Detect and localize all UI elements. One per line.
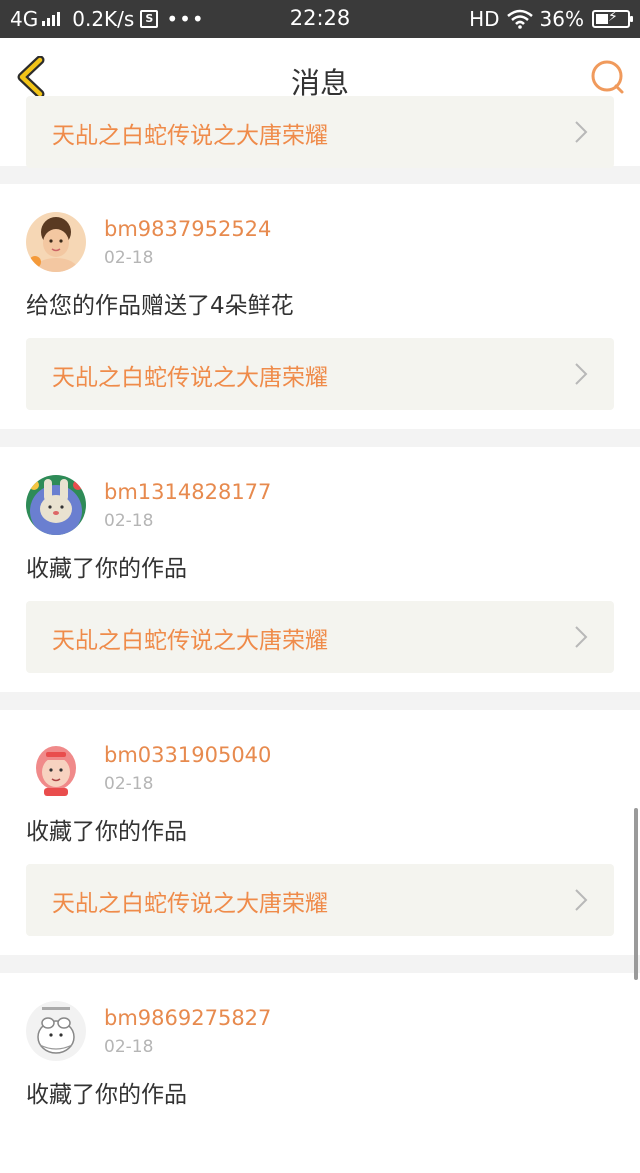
username[interactable]: bm9837952524	[104, 217, 271, 241]
status-bar: 4G 0.2K/s S ••• 22:28 HD 36% ⚡	[0, 0, 640, 38]
chevron-right-icon	[575, 626, 588, 648]
scrollbar-thumb[interactable]	[634, 808, 638, 980]
message-header: bm1314828177 02-18	[0, 447, 640, 549]
hd-label: HD	[469, 7, 500, 31]
chevron-right-icon	[575, 121, 588, 143]
avatar[interactable]	[26, 738, 86, 798]
chevron-right-icon	[575, 363, 588, 385]
avatar[interactable]	[26, 1001, 86, 1061]
action-text: 收藏了你的作品	[26, 556, 187, 582]
username[interactable]: bm1314828177	[104, 480, 271, 504]
action-text: 收藏了你的作品	[26, 819, 187, 845]
work-link[interactable]: 天乩之白蛇传说之大唐荣耀	[26, 338, 614, 410]
avatar[interactable]	[26, 212, 86, 272]
date: 02-18	[104, 1037, 154, 1057]
action-text: 收藏了你的作品	[26, 1082, 187, 1108]
message-card: bm9869275827 02-18 收藏了你的作品	[0, 973, 640, 1173]
search-icon[interactable]	[588, 58, 626, 96]
chevron-right-icon	[575, 889, 588, 911]
battery-icon: ⚡	[592, 9, 633, 28]
work-link[interactable]: 天乩之白蛇传说之大唐荣耀	[26, 96, 614, 168]
work-title: 天乩之白蛇传说之大唐荣耀	[52, 891, 328, 917]
work-title: 天乩之白蛇传说之大唐荣耀	[52, 123, 328, 149]
message-card: bm9837952524 02-18 给您的作品赠送了4朵鲜花 天乩之白蛇传说之…	[0, 184, 640, 429]
date: 02-18	[104, 511, 154, 531]
status-right: HD 36% ⚡	[469, 7, 633, 31]
battery-percent: 36%	[539, 7, 584, 31]
date: 02-18	[104, 248, 154, 268]
work-title: 天乩之白蛇传说之大唐荣耀	[52, 365, 328, 391]
message-header: bm9869275827 02-18	[0, 973, 640, 1075]
username[interactable]: bm9869275827	[104, 1006, 271, 1030]
username[interactable]: bm0331905040	[104, 743, 271, 767]
work-link[interactable]: 天乩之白蛇传说之大唐荣耀	[26, 601, 614, 673]
wifi-icon	[506, 9, 533, 29]
date: 02-18	[104, 774, 154, 794]
message-header: bm9837952524 02-18	[0, 184, 640, 286]
work-title: 天乩之白蛇传说之大唐荣耀	[52, 628, 328, 654]
message-list: 天乩之白蛇传说之大唐荣耀 bm9837952524 02-18 给您的作品赠送了…	[0, 96, 640, 1173]
action-text: 给您的作品赠送了4朵鲜花	[26, 293, 294, 319]
message-card: 天乩之白蛇传说之大唐荣耀	[0, 96, 640, 168]
message-card: bm0331905040 02-18 收藏了你的作品 天乩之白蛇传说之大唐荣耀	[0, 710, 640, 955]
message-header: bm0331905040 02-18	[0, 710, 640, 812]
avatar[interactable]	[26, 475, 86, 535]
work-link[interactable]: 天乩之白蛇传说之大唐荣耀	[26, 864, 614, 936]
message-card: bm1314828177 02-18 收藏了你的作品 天乩之白蛇传说之大唐荣耀	[0, 447, 640, 692]
